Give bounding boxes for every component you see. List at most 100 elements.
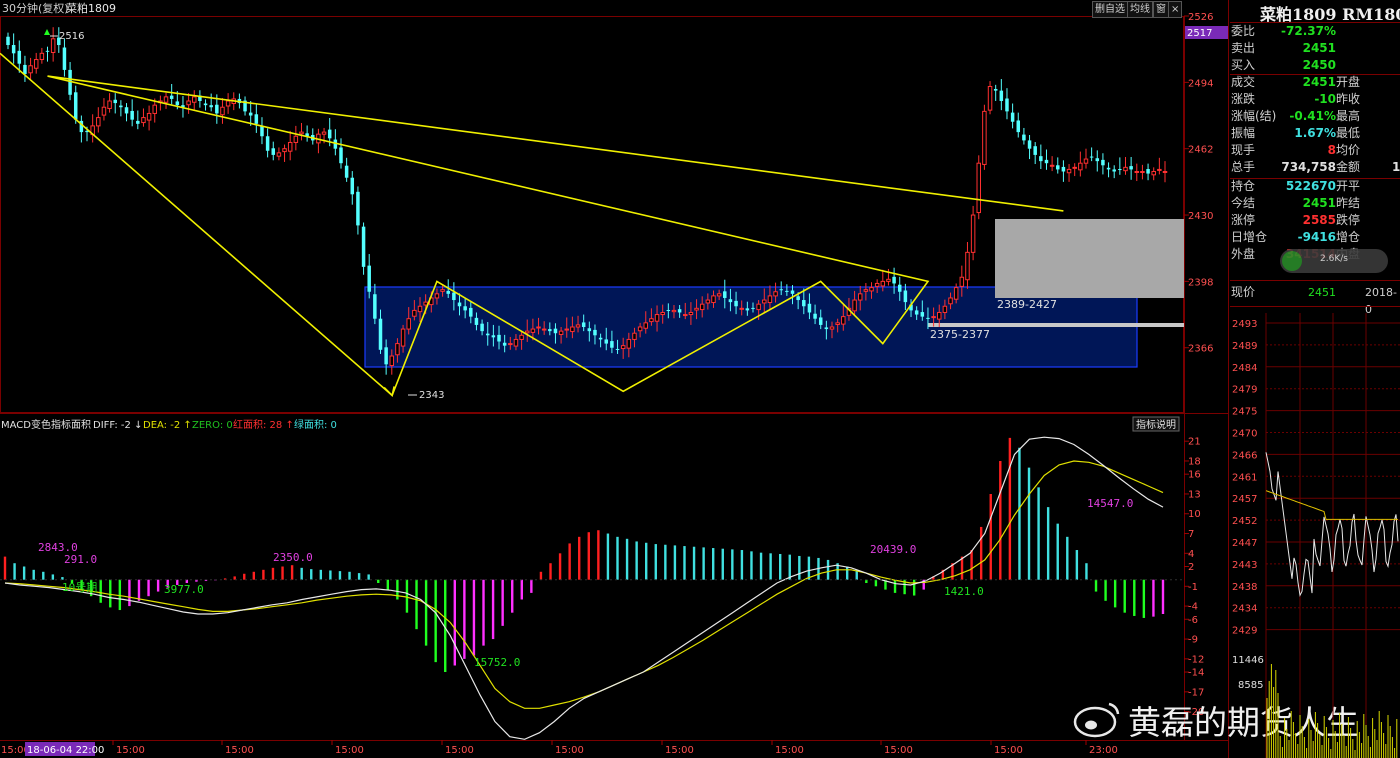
quote-label-secondary: 昨收	[1336, 92, 1361, 106]
candle-body-down	[339, 147, 343, 164]
resistance-zone	[995, 219, 1184, 298]
quote-label-secondary: 开盘	[1336, 75, 1361, 89]
quote-value: -72.37%	[1281, 24, 1336, 38]
candle-body-down	[999, 90, 1004, 102]
candle-body-up	[970, 214, 976, 253]
candle-body-up	[28, 65, 33, 74]
support-line	[928, 323, 1184, 327]
candle-body-up	[389, 355, 395, 367]
candle-body-down	[6, 36, 10, 46]
candle-body-down	[265, 136, 270, 151]
quote-label: 买入	[1231, 58, 1256, 72]
candle-body-down	[677, 309, 682, 313]
candle-body-down	[1101, 159, 1105, 166]
macd-tick-label: -9	[1188, 635, 1198, 646]
mini-tick-label: 2489	[1232, 341, 1257, 352]
intraday-mini-chart: 2493 2489 2484 2479 2475 2470 2466 2461 2457 2452…	[1232, 313, 1400, 758]
price-tick-label: 2462	[1188, 145, 1213, 156]
moving-average-button[interactable]: 均线	[1127, 1, 1153, 18]
candle-body-up	[965, 251, 970, 281]
candle-body-down	[452, 292, 456, 301]
candle-body-up	[886, 278, 891, 282]
candle-body-up	[762, 299, 767, 304]
candle-body-up	[299, 131, 304, 135]
candle-body-down	[124, 107, 129, 114]
time-tick-label: 15:00	[335, 745, 364, 756]
quote-value-secondary: 1	[1392, 160, 1400, 174]
candle-body-up	[225, 100, 231, 107]
macd-tick-label: 18	[1188, 456, 1201, 467]
quote-value: 8	[1327, 143, 1336, 157]
candle-body-down	[723, 291, 727, 298]
candle-body-down	[785, 290, 789, 292]
candle-body-down	[796, 296, 800, 301]
candle-body-down	[62, 47, 67, 70]
quote-label-secondary: 最高	[1336, 109, 1361, 123]
macd-tick-label: 10	[1188, 509, 1201, 520]
candle-body-down	[548, 329, 552, 332]
candle-body-up	[191, 96, 197, 103]
quote-label-secondary: 开平	[1336, 179, 1361, 193]
quote-row: 振幅 1.67% 最低	[1230, 125, 1400, 142]
candle-body-up	[931, 316, 936, 319]
candle-body-down	[169, 95, 174, 99]
quote-value: 734,758	[1281, 160, 1336, 174]
quote-row: 涨幅(结) -0.41% 最高	[1230, 108, 1400, 125]
mini-tick-label: 2466	[1232, 450, 1257, 461]
candle-body-down	[480, 323, 484, 332]
candle-body-down	[598, 337, 603, 340]
candle-body-down	[384, 347, 388, 365]
zone-label-lower: 2375-2377	[930, 328, 990, 341]
time-tick-label: 15:00	[116, 745, 145, 756]
candle-body-up	[711, 295, 716, 304]
candle-body-up	[976, 162, 982, 214]
time-tick-label: 15:00	[665, 745, 694, 756]
macd-area-label: 291.0	[64, 553, 97, 566]
quote-value: 2585	[1302, 213, 1336, 227]
weibo-logo-icon	[1073, 702, 1120, 738]
macd-area-label: 20439.0	[870, 543, 916, 556]
candle-body-up	[440, 289, 445, 292]
candle-body-down	[474, 317, 479, 325]
candle-body-up	[146, 112, 152, 121]
candle-body-down	[926, 317, 930, 319]
candle-body-up	[321, 131, 327, 135]
quote-label: 日增仓	[1231, 230, 1268, 244]
candle-body-up	[434, 293, 440, 299]
candle-body-up	[163, 96, 169, 103]
mini-tick-label: 2429	[1232, 626, 1257, 637]
mini-tick-label: 2452	[1232, 516, 1257, 527]
remove-watchlist-button[interactable]: 删自选	[1092, 1, 1128, 18]
price-axis: 2526 2494 2462 2430 2398 2366	[1184, 12, 1213, 355]
candle-body-down	[463, 306, 467, 311]
quote-row: 总手 734,758 金额 1	[1230, 159, 1400, 176]
candle-body-down	[807, 303, 812, 313]
mini-tick-label: 2447	[1232, 538, 1257, 549]
quote-label: 现手	[1231, 143, 1256, 157]
candle-body-down	[666, 309, 671, 311]
macd-legend-item: ZERO: 0	[192, 420, 233, 431]
candle-body-down	[1022, 134, 1026, 141]
candle-body-down	[587, 328, 592, 332]
window-button[interactable]: 窗	[1153, 1, 1169, 18]
candle-body-down	[914, 310, 919, 315]
candle-body-up	[756, 303, 761, 311]
candle-body-up	[1151, 170, 1156, 176]
candle-body-up	[1083, 158, 1089, 164]
candle-body-up	[959, 276, 965, 287]
candle-body-up	[773, 291, 778, 297]
candle-body-down	[1118, 169, 1122, 171]
quote-sep-4	[1230, 280, 1400, 281]
candle-body-down	[553, 328, 558, 334]
candle-body-up	[570, 326, 575, 333]
candle-body-up	[1072, 166, 1077, 169]
candle-body-down	[356, 191, 360, 226]
candle-body-up	[564, 328, 569, 331]
mini-axis-labels: 2493 2489 2484 2479 2475 2470 2466 2461 2457 2452…	[1232, 319, 1264, 691]
macd-tick-label: 2	[1188, 562, 1194, 573]
time-axis: 15:00 18-06-04 22:00 15:00 15:00 15:00 15:00 1…	[1, 740, 1118, 756]
candle-body-up	[841, 316, 846, 325]
candle-body-down	[1027, 140, 1032, 149]
candle-body-up	[152, 104, 157, 114]
close-icon[interactable]: ×	[1168, 1, 1183, 18]
